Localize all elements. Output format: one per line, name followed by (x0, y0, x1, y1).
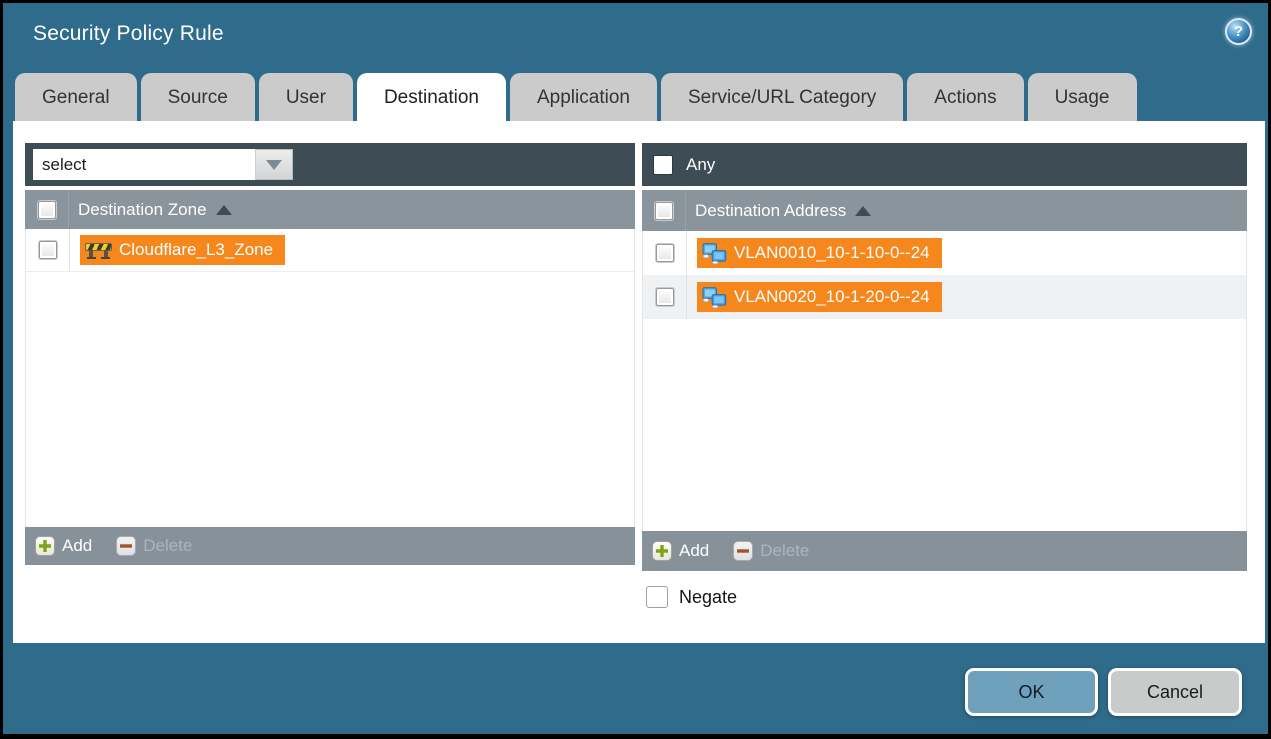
zone-column-header-row: Destination Zone (25, 190, 635, 229)
address-select-all-checkbox[interactable] (655, 202, 673, 220)
minus-icon (733, 541, 753, 561)
any-label: Any (686, 155, 715, 175)
tab-application[interactable]: Application (510, 73, 657, 121)
tab-service-url-category[interactable]: Service/URL Category (661, 73, 903, 121)
address-delete-button[interactable]: Delete (733, 541, 809, 561)
screen: Security Policy Rule ? General Source Us… (0, 0, 1271, 739)
table-row[interactable]: VLAN0020_10-1-20-0--24 (643, 275, 1246, 319)
zone-delete-button[interactable]: Delete (116, 536, 192, 556)
zone-select-all-checkbox[interactable] (38, 201, 56, 219)
zone-list: Cloudflare_L3_Zone (25, 229, 635, 527)
cancel-button[interactable]: Cancel (1108, 668, 1242, 716)
zone-column-header[interactable]: Destination Zone (78, 200, 232, 220)
zone-filter-input[interactable] (33, 149, 255, 180)
zone-barrier-icon (85, 241, 112, 259)
table-row[interactable]: VLAN0010_10-1-10-0--24 (643, 231, 1246, 275)
zone-row-checkbox[interactable] (39, 241, 57, 259)
negate-label: Negate (679, 587, 737, 608)
tab-bar: General Source User Destination Applicat… (15, 73, 1137, 121)
destination-tab-content: Destination Zone (13, 121, 1265, 643)
tab-general[interactable]: General (15, 73, 137, 121)
network-address-icon (702, 287, 727, 308)
address-any-bar: Any (642, 143, 1247, 186)
address-footer-toolbar: Add Delete (642, 531, 1247, 571)
negate-option: Negate (646, 586, 737, 608)
zone-item-label: Cloudflare_L3_Zone (119, 240, 273, 260)
chevron-down-icon (266, 160, 282, 170)
ok-button[interactable]: OK (965, 668, 1098, 716)
address-column-header[interactable]: Destination Address (695, 201, 871, 221)
address-item-label: VLAN0020_10-1-20-0--24 (734, 287, 930, 307)
dialog-title: Security Policy Rule (33, 22, 224, 46)
tab-user[interactable]: User (259, 73, 353, 121)
zone-filter-bar (25, 143, 635, 186)
address-column-header-row: Destination Address (642, 190, 1247, 231)
zone-item-cloudflare-l3-zone[interactable]: Cloudflare_L3_Zone (80, 235, 285, 265)
network-address-icon (702, 243, 727, 264)
address-row-checkbox[interactable] (656, 244, 674, 262)
any-checkbox[interactable] (653, 155, 673, 175)
plus-icon (35, 536, 55, 556)
minus-icon (116, 536, 136, 556)
help-icon[interactable]: ? (1225, 18, 1252, 45)
tab-destination[interactable]: Destination (357, 73, 506, 121)
address-item-label: VLAN0010_10-1-10-0--24 (734, 243, 930, 263)
address-add-button[interactable]: Add (652, 541, 709, 561)
negate-checkbox[interactable] (646, 586, 668, 608)
address-row-checkbox[interactable] (656, 288, 674, 306)
table-row[interactable]: Cloudflare_L3_Zone (26, 229, 634, 272)
address-item-vlan0010[interactable]: VLAN0010_10-1-10-0--24 (697, 238, 942, 268)
zone-add-button[interactable]: Add (35, 536, 92, 556)
zone-footer-toolbar: Add Delete (25, 527, 635, 565)
tab-actions[interactable]: Actions (907, 73, 1023, 121)
tab-usage[interactable]: Usage (1028, 73, 1137, 121)
plus-icon (652, 541, 672, 561)
address-item-vlan0020[interactable]: VLAN0020_10-1-20-0--24 (697, 282, 942, 312)
destination-address-panel: Any Destination Address (642, 143, 1247, 571)
tab-source[interactable]: Source (141, 73, 255, 121)
address-list: VLAN0010_10-1-10-0--24 (642, 231, 1247, 531)
zone-filter-dropdown-button[interactable] (255, 149, 293, 180)
sort-ascending-icon (855, 206, 871, 216)
sort-ascending-icon (216, 205, 232, 215)
destination-zone-panel: Destination Zone (25, 143, 635, 565)
security-policy-rule-dialog: Security Policy Rule ? General Source Us… (3, 3, 1268, 734)
